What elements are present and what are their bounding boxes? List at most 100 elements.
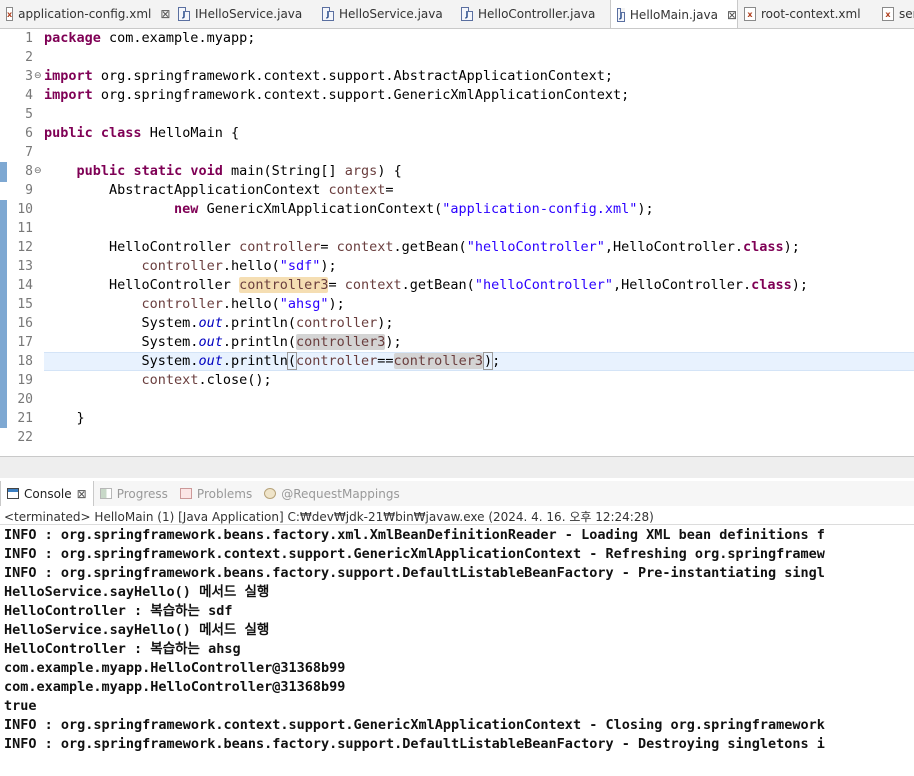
code-token: .println( xyxy=(222,315,296,331)
code-token: .println xyxy=(222,353,288,369)
code-line[interactable]: controller.hello("ahsg"); xyxy=(44,295,914,314)
console-output-line: HelloService.sayHello() 메서드 실행 xyxy=(4,584,270,600)
view-tab-bar: Console ⊠ Progress Problems @RequestMapp… xyxy=(0,481,914,506)
code-line[interactable] xyxy=(44,219,914,238)
code-line[interactable]: System.out.println(controller==controlle… xyxy=(44,352,914,371)
line-number: 10 xyxy=(17,202,33,217)
console-output-line: HelloController : 복습하는 ahsg xyxy=(4,641,241,657)
code-line[interactable]: import org.springframework.context.suppo… xyxy=(44,86,914,105)
code-token: ,HelloController. xyxy=(604,239,744,255)
console-output[interactable]: INFO : org.springframework.beans.factory… xyxy=(0,524,914,776)
code-line[interactable]: controller.hello("sdf"); xyxy=(44,257,914,276)
code-line[interactable]: context.close(); xyxy=(44,371,914,390)
change-ruler xyxy=(0,29,8,456)
line-number: 16 xyxy=(17,316,33,331)
tab-label: ser xyxy=(899,7,914,21)
code-line[interactable]: AbstractApplicationContext context= xyxy=(44,181,914,200)
line-number: 3 xyxy=(25,69,33,84)
code-token: "helloController" xyxy=(474,277,613,293)
tab-application-config-xml[interactable]: x application-config.xml ⊠ xyxy=(2,0,170,28)
java-file-icon: J xyxy=(322,7,334,21)
code-token: ); xyxy=(385,334,402,350)
close-icon[interactable]: ⊠ xyxy=(727,8,737,22)
code-token: .getBean( xyxy=(393,239,467,255)
tab-root-context-xml[interactable]: x root-context.xml xyxy=(744,0,874,28)
code-token: = xyxy=(328,277,345,293)
console-icon xyxy=(7,488,19,499)
code-line[interactable]: System.out.println(controller3); xyxy=(44,333,914,352)
code-token: out xyxy=(198,334,223,350)
tab-hellocontroller-java[interactable]: J HelloController.java xyxy=(461,0,609,28)
code-line[interactable] xyxy=(44,428,914,447)
code-line[interactable]: import org.springframework.context.suppo… xyxy=(44,67,914,86)
code-token: out xyxy=(198,315,223,331)
code-token: .hello( xyxy=(222,258,280,274)
line-number: 8 xyxy=(25,164,33,179)
tab-progress[interactable]: Progress xyxy=(94,481,174,506)
code-token: .println( xyxy=(222,334,296,350)
code-token: controller xyxy=(141,258,223,274)
code-token: org.springframework.context.support.Gene… xyxy=(92,87,630,103)
tab-label: @RequestMappings xyxy=(281,486,400,501)
code-token: args xyxy=(344,163,378,179)
code-line[interactable]: HelloController controller= context.getB… xyxy=(44,238,914,257)
code-line[interactable]: System.out.println(controller); xyxy=(44,314,914,333)
line-number: 20 xyxy=(17,392,33,407)
console-output-line: com.example.myapp.HelloController@31368b… xyxy=(4,679,346,695)
code-line[interactable] xyxy=(44,143,914,162)
tab-problems[interactable]: Problems xyxy=(174,481,258,506)
code-token: .close(); xyxy=(198,372,272,388)
close-icon[interactable]: ⊠ xyxy=(77,487,87,501)
tab-ihelloservice-java[interactable]: J IHelloService.java xyxy=(178,0,318,28)
tab-label: Console xyxy=(24,486,72,501)
code-token: import xyxy=(44,87,93,103)
line-number-gutter: 1 2 3 ⊖ 4 5 6 7 8 ⊖ 9 10 11 12 13 14 15 16 17 18 19 20 21 22 xyxy=(8,29,41,456)
problems-icon xyxy=(179,488,192,499)
line-number: 6 xyxy=(25,126,33,141)
code-token: static xyxy=(133,163,183,179)
code-line[interactable]: new GenericXmlApplicationContext("applic… xyxy=(44,200,914,219)
line-number: 5 xyxy=(25,107,33,122)
code-token: } xyxy=(44,410,85,426)
code-token: import xyxy=(44,68,93,84)
code-token: "application-config.xml" xyxy=(442,201,638,217)
code-line[interactable] xyxy=(44,390,914,409)
console-output-line: true xyxy=(4,698,37,714)
code-token: controller3 xyxy=(393,353,483,369)
tab-hellomain-java[interactable]: J HelloMain.java ⊠ xyxy=(610,0,738,28)
code-line[interactable]: public static void main(String[] args) { xyxy=(44,162,914,181)
code-line[interactable]: } xyxy=(44,409,914,428)
code-line[interactable]: public class HelloMain { xyxy=(44,124,914,143)
code-token: "helloController" xyxy=(466,239,605,255)
line-number: 11 xyxy=(17,221,33,236)
console-output-line: HelloController : 복습하는 sdf xyxy=(4,603,233,619)
line-number: 1 xyxy=(25,31,33,46)
tab-label: HelloMain.java xyxy=(629,7,718,22)
code-line[interactable]: HelloController controller3= context.get… xyxy=(44,276,914,295)
line-number: 17 xyxy=(17,335,33,350)
close-icon[interactable]: ⊠ xyxy=(160,7,170,21)
tab-request-mappings[interactable]: @RequestMappings xyxy=(258,481,406,506)
code-editor[interactable]: 1 2 3 ⊖ 4 5 6 7 8 ⊖ 9 10 11 12 13 14 15 16 17 18 19 20 21 22 pa… xyxy=(0,29,914,456)
code-line[interactable] xyxy=(44,48,914,67)
code-token: class xyxy=(100,125,142,141)
code-token: System. xyxy=(44,353,199,369)
tab-label: root-context.xml xyxy=(761,7,861,21)
code-line[interactable]: package com.example.myapp; xyxy=(44,29,914,48)
fold-collapse-icon[interactable]: ⊖ xyxy=(34,67,44,86)
tab-overflow[interactable]: x ser xyxy=(882,0,914,28)
code-line[interactable] xyxy=(44,105,914,124)
fold-collapse-icon[interactable]: ⊖ xyxy=(34,162,44,181)
code-token: System. xyxy=(44,334,199,350)
request-mappings-icon xyxy=(264,488,277,499)
tab-label: Problems xyxy=(196,486,253,501)
line-number: 12 xyxy=(17,240,33,255)
code-area[interactable]: package com.example.myapp; import org.spr… xyxy=(44,29,914,456)
tab-console[interactable]: Console ⊠ xyxy=(0,481,94,506)
code-token: public xyxy=(44,125,93,141)
code-token: controller xyxy=(239,239,321,255)
tab-helloservice-java[interactable]: J HelloService.java xyxy=(322,0,456,28)
